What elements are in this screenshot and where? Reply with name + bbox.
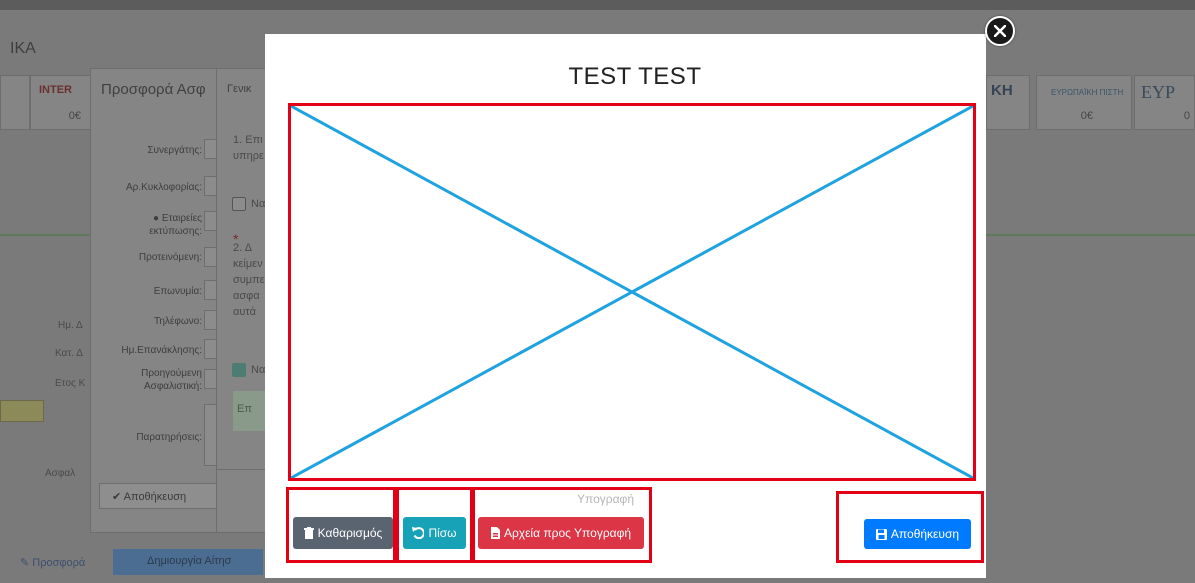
insurer-name: INTER [39,84,72,96]
info-icon: ● [153,213,162,224]
insurer-name: ΕΥΡ [1141,82,1176,102]
insurer-card-europaiki-pisti[interactable]: ΕΥΡΩΠΑΪΚΗ ΠΙΣΤΗ 0€ [1036,75,1132,130]
files-to-sign-button[interactable]: Αρχεία προς Υπογραφή [478,517,644,549]
field-label: Παρατηρήσεις: [136,432,202,443]
offer-panel-title: Προσφορά Ασφ [101,81,206,98]
insurer-price: 0 [1183,110,1190,122]
field-label: Προηγούμενη Ασφαλιστική: [141,368,202,392]
field-label: Αρ.Κυκλοφορίας: [125,182,202,193]
checkbox-label: Να [251,364,266,376]
checkbox-label: Να [251,198,266,210]
pdf-file-icon [490,527,500,539]
left-label: Ημ. Δ [58,320,83,331]
close-button[interactable] [985,16,1015,46]
dropdown-select[interactable] [0,400,44,422]
insurer-card-inter[interactable]: INTER 0€ [30,75,92,130]
signature-pad[interactable] [288,103,976,481]
terms-text: υπηρε [233,150,264,162]
insurer-price: 0€ [1080,110,1093,122]
terms-checkbox-2[interactable] [232,363,246,377]
terms-text: 1. Επι [233,134,263,146]
terms-checkbox-1[interactable] [232,197,246,211]
field-label: Επωνυμία: [153,286,202,297]
field-label: Προτεινόμενη: [138,252,202,263]
undo-icon [412,527,425,539]
general-panel-title: Γενικ [227,83,252,95]
clear-button-label: Καθαρισμός [317,526,383,540]
left-label: Ετος Κ [55,378,86,389]
field-label: ● Εταιρείες εκτύπωσης: [149,213,202,237]
field-label: Συνεργάτης: [147,145,202,156]
divider [217,469,267,470]
top-bar [0,0,1195,10]
save-button-label: Αποθήκευση [890,527,960,541]
save-button[interactable]: Αποθήκευση [864,519,971,549]
files-button-label: Αρχεία προς Υπογραφή [503,526,632,540]
floppy-disk-icon [875,528,887,540]
insurer-card-partial[interactable] [0,75,30,130]
check-icon: ✔ [112,491,124,503]
terms-text: 2. Δ [233,242,252,254]
terms-text: αυτά [233,306,256,318]
page-header-title: ΙΚΑ [10,40,36,57]
info-box: Επ [233,391,267,431]
left-label: Κατ. Δ [55,348,83,359]
clear-button[interactable]: Καθαρισμός [293,517,393,549]
terms-text: κείμεν [233,258,263,270]
insurer-price: 0€ [68,110,81,122]
insurer-name: ΕΥΡΩΠΑΪΚΗ ΠΙΣΤΗ [1051,88,1124,97]
offer-link[interactable]: ✎ Προσφορά [20,556,85,569]
back-button-label: Πίσω [428,526,457,540]
terms-text: συμπε [233,274,265,286]
general-panel: Γενικ 1. Επι υπηρε Να * 2. Δ κείμεν συμπ… [216,68,268,533]
field-label: Ημ.Επανάκλησης: [121,345,202,356]
create-application-button[interactable]: Δημιουργία Αίτησ [113,549,263,575]
trash-icon [303,527,314,539]
modal-title: TEST TEST [568,63,702,90]
insurer-card-eyr[interactable]: ΕΥΡ 0 [1134,75,1195,130]
close-icon [994,25,1006,37]
edit-icon: ✎ [20,557,33,569]
offer-save-button[interactable]: ✔ Αποθήκευση [99,483,219,509]
terms-text: ασφα [233,290,260,302]
field-label: Τηλέφωνο: [153,316,202,327]
signature-stroke [291,106,973,478]
left-label: Ασφαλ [45,468,76,479]
back-button[interactable]: Πίσω [403,517,466,549]
